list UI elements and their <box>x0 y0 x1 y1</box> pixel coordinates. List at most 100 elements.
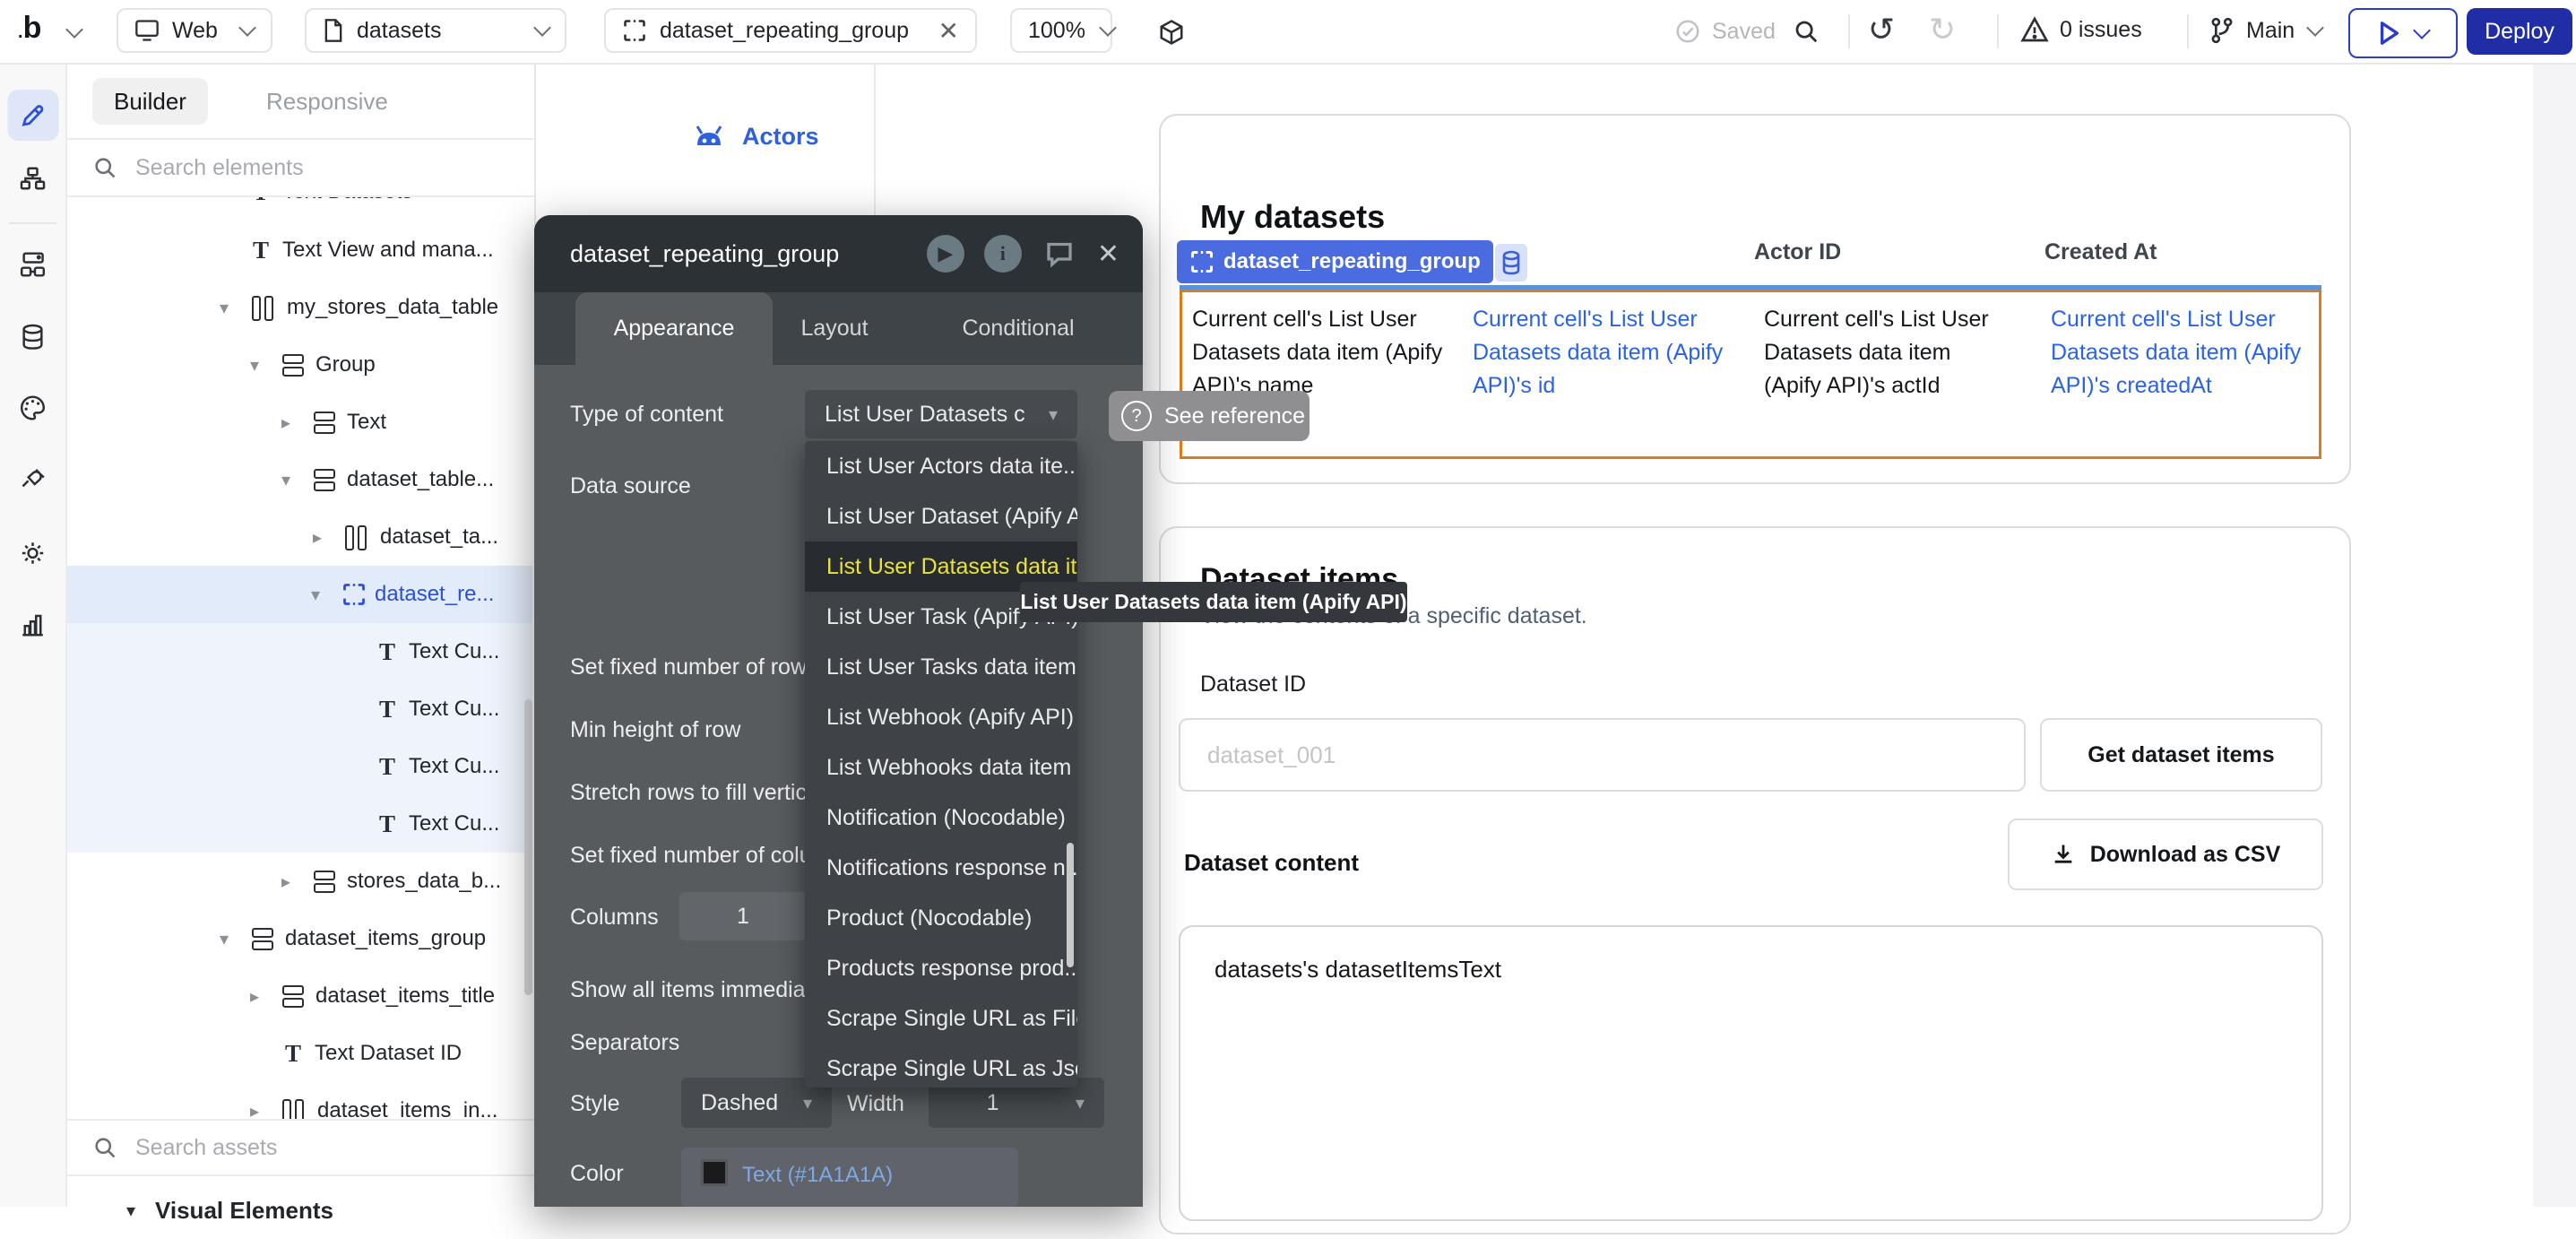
dataset-id-input[interactable] <box>1179 718 2026 792</box>
rail-item-settings[interactable] <box>7 527 58 578</box>
tree-row[interactable]: ▸ Text <box>65 394 534 451</box>
tree-row[interactable]: ▾ dataset_items_group <box>65 910 534 967</box>
tab-conditional[interactable]: Conditional <box>938 292 1099 365</box>
menu-item[interactable]: Product (Nocodable) <box>805 893 1077 943</box>
columns-select[interactable]: 1 <box>679 892 807 940</box>
search-elements-input[interactable] <box>134 154 478 182</box>
rail-item-theme[interactable] <box>7 382 58 433</box>
menu-item[interactable]: List Webhook (Apify API) <box>805 692 1077 742</box>
data-source-chip[interactable] <box>1495 244 1527 282</box>
field-label-style: Style <box>570 1091 620 1117</box>
rail-item-analytics[interactable] <box>7 599 58 650</box>
color-swatch[interactable] <box>701 1159 728 1186</box>
table-cell-name[interactable]: Current cell's List User Datasets data i… <box>1192 303 1461 403</box>
dataset-content-box[interactable]: datasets's datasetItemsText <box>1179 925 2323 1221</box>
tree-row[interactable]: T Text Cu... <box>65 680 534 738</box>
tree-row[interactable]: ▸ stores_data_b... <box>65 853 534 910</box>
tree-row[interactable]: ▸ dataset_ta... <box>65 508 534 566</box>
package-icon[interactable] <box>1158 19 1185 46</box>
logo-chevron-icon[interactable] <box>65 21 83 39</box>
menu-item[interactable]: List Webhooks data item ... <box>805 742 1077 793</box>
menu-item[interactable]: List User Tasks data item... <box>805 642 1077 692</box>
menu-scrollbar[interactable] <box>1067 843 1074 967</box>
tab-builder[interactable]: Builder <box>92 78 208 125</box>
get-dataset-items-button[interactable]: Get dataset items <box>2040 718 2322 792</box>
caret-expanded-icon[interactable]: ▾ <box>245 354 264 377</box>
caret-expanded-icon[interactable]: ▾ <box>276 469 296 491</box>
menu-item[interactable]: Notifications response n... <box>805 843 1077 893</box>
nav-item-actors[interactable]: Actors <box>692 122 819 151</box>
preview-play-icon[interactable]: ▶ <box>927 235 964 273</box>
tree-row[interactable]: ▸ dataset_items_title <box>65 967 534 1025</box>
device-selector[interactable]: Web <box>117 8 272 53</box>
close-icon[interactable]: ✕ <box>938 16 959 46</box>
selected-element-chip[interactable]: dataset_repeating_group <box>1177 240 1493 283</box>
rail-item-pages[interactable] <box>7 152 58 204</box>
tree-row[interactable]: T Text Cu... <box>65 738 534 795</box>
menu-item[interactable]: Scrape Single URL as File ... <box>805 993 1077 1044</box>
caret-collapsed-icon[interactable]: ▸ <box>276 871 296 893</box>
visual-elements-section[interactable]: ▾ Visual Elements <box>65 1182 534 1239</box>
search-assets-input[interactable] <box>134 1134 478 1162</box>
see-reference-button[interactable]: ? See reference <box>1109 391 1310 441</box>
page-selector[interactable]: datasets <box>305 8 566 53</box>
app-logo[interactable]: .b <box>18 11 41 46</box>
database-icon <box>20 324 47 352</box>
text-element-icon: T <box>285 1040 301 1068</box>
menu-item[interactable]: Products response prod... <box>805 943 1077 993</box>
open-element-tab[interactable]: dataset_repeating_group ✕ <box>604 8 977 53</box>
caret-collapsed-icon[interactable]: ▸ <box>245 1100 264 1120</box>
branch-selector[interactable]: Main <box>2209 16 2321 45</box>
properties-panel-header[interactable]: dataset_repeating_group ▶ i ✕ <box>534 215 1143 292</box>
tree-row[interactable]: T Text Cu... <box>65 623 534 680</box>
color-picker[interactable]: Text (#1A1A1A) <box>681 1148 1018 1207</box>
tab-responsive[interactable]: Responsive <box>266 78 388 125</box>
table-cell-id[interactable]: Current cell's List User Datasets data i… <box>1473 303 1724 403</box>
tree-row[interactable]: T Text Dataset ID <box>65 1025 534 1082</box>
tab-appearance[interactable]: Appearance <box>575 292 773 365</box>
menu-item[interactable]: List User Dataset (Apify A... <box>805 491 1077 542</box>
tree-row[interactable]: ▾ dataset_table... <box>65 451 534 508</box>
caret-collapsed-icon[interactable]: ▸ <box>245 985 264 1008</box>
table-cell-createdat[interactable]: Current cell's List User Datasets data i… <box>2051 303 2329 403</box>
caret-expanded-icon[interactable]: ▾ <box>214 928 234 950</box>
tree-row-selected[interactable]: ▾ dataset_re... <box>65 566 534 623</box>
close-icon[interactable]: ✕ <box>1097 238 1119 270</box>
deploy-button[interactable]: Deploy <box>2467 8 2572 55</box>
rail-item-plugins[interactable] <box>7 454 58 505</box>
table-cell-actid[interactable]: Current cell's List User Datasets data i… <box>1764 303 2006 403</box>
tree-row[interactable]: ▾ my_stores_data_table <box>65 279 534 336</box>
columns-element-icon <box>345 525 368 549</box>
zoom-selector[interactable]: 100% <box>1010 8 1112 53</box>
tree-row[interactable]: T Text Datasets <box>65 197 534 221</box>
caret-expanded-icon[interactable]: ▾ <box>214 297 234 319</box>
menu-item[interactable]: List User Actors data ite... <box>805 441 1077 491</box>
rail-item-database[interactable] <box>7 312 58 363</box>
tree-row[interactable]: ▸ dataset_items_in... <box>65 1082 534 1119</box>
palette-icon <box>19 394 48 421</box>
undo-icon[interactable]: ↺ <box>1868 11 1895 48</box>
tree-row[interactable]: T Text View and mana... <box>65 221 534 279</box>
caret-collapsed-icon[interactable]: ▸ <box>276 412 296 434</box>
download-icon <box>2051 842 2076 867</box>
type-of-content-select[interactable]: List User Datasets c ▾ <box>805 390 1077 438</box>
redo-icon[interactable]: ↻ <box>1929 11 1956 48</box>
download-csv-button[interactable]: Download as CSV <box>2008 819 2323 890</box>
menu-item[interactable]: Notification (Nocodable) <box>805 793 1077 843</box>
caret-collapsed-icon[interactable]: ▸ <box>307 526 327 549</box>
tree-row[interactable]: ▾ Group <box>65 336 534 394</box>
caret-expanded-icon[interactable]: ▾ <box>306 584 325 606</box>
tree-row[interactable]: T Text Cu... <box>65 795 534 853</box>
tab-layout[interactable]: Layout <box>785 292 884 365</box>
comment-icon[interactable] <box>1042 238 1077 270</box>
rail-item-design[interactable] <box>7 90 58 141</box>
tree-scrollbar[interactable] <box>524 699 532 995</box>
preview-button[interactable] <box>2348 8 2458 58</box>
rail-item-workflows[interactable] <box>7 238 58 290</box>
search-icon[interactable] <box>1793 18 1820 45</box>
field-label-min-height: Min height of row <box>570 717 740 743</box>
menu-item[interactable]: Scrape Single URL as Jso... <box>805 1044 1077 1087</box>
issues-indicator[interactable]: 0 issues <box>2020 16 2142 43</box>
info-icon[interactable]: i <box>984 235 1022 273</box>
play-icon <box>2378 21 2401 46</box>
